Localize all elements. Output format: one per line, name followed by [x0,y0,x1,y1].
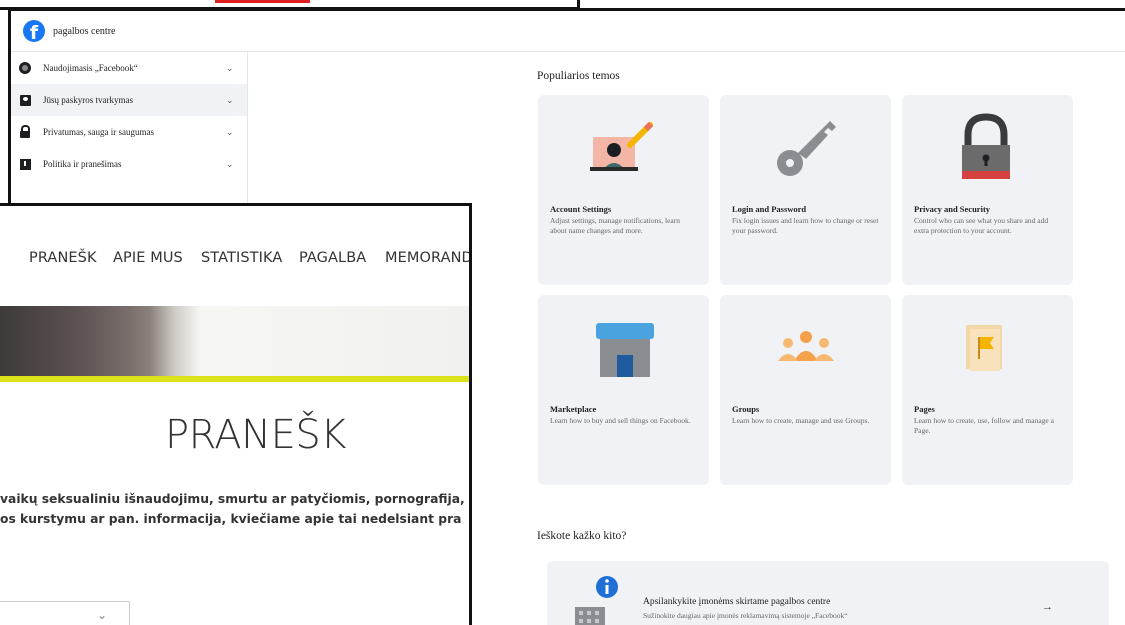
chevron-down-icon: ⌄ [226,126,234,137]
flag-page-icon [966,325,1002,371]
card-title: Privacy and Security [914,204,991,214]
help-main: Populiarios temos Account Settings Adjus… [537,52,1125,625]
arrow-right-icon: → [1042,601,1053,613]
card-marketplace[interactable]: Marketplace Learn how to buy and sell th… [538,295,709,485]
card-title: Groups [732,404,760,414]
chevron-down-icon: ⌄ [226,62,234,73]
help-centre-brand[interactable]: pagalbos centre [53,26,115,37]
sidebar-item-privacy[interactable]: Privatumas, sauga ir saugumas ⌄ [11,116,247,148]
lock-icon [19,125,31,138]
red-accent-bar [215,0,310,3]
sidebar-item-label: Jūsų paskyros tvarkymas [43,95,133,105]
chevron-down-icon: ⌄ [226,94,234,105]
card-description: Fix login issues and learn how to change… [732,216,879,235]
key-icon [777,121,836,176]
sidebar-item-policies[interactable]: Politika ir pranešimas ⌄ [11,148,247,180]
card-title: Login and Password [732,204,807,214]
help-topbar: f pagalbos centre [11,11,1125,52]
account-settings-icon [590,121,654,171]
card-description: Control who can see what you share and a… [914,216,1049,235]
sidebar-item-label: Privatumas, sauga ir saugumas [43,127,154,137]
padlock-icon [962,113,1010,179]
intro-line-1: vaikų seksualiniu išnaudojimu, smurtu ar… [0,492,465,506]
sidebar-item-label: Politika ir pranešimas [43,159,122,169]
accent-line [0,376,469,382]
sidebar-item-using-facebook[interactable]: Naudojimasis „Facebook“ ⌄ [11,52,247,84]
card-account-settings[interactable]: Account Settings Adjust settings, manage… [538,95,709,285]
sidebar-item-account-management[interactable]: Jūsų paskyros tvarkymas ⌄ [11,84,247,116]
card-description: Adjust settings, manage notifications, l… [550,216,680,235]
report-type-select[interactable]: ⌄ [0,601,130,625]
intro-text: vaikų seksualiniu išnaudojimu, smurtu ar… [0,489,469,529]
card-title: Pages [914,404,935,414]
hero-banner [0,306,469,376]
nav-item-apie-mus[interactable]: APIE MUS [113,250,183,266]
chevron-down-icon: ⌄ [97,608,108,622]
chevron-down-icon: ⌄ [226,158,234,169]
nav-item-statistika[interactable]: STATISTIKA [201,250,282,266]
intro-line-2: os kurstymu ar pan. informacija, kviečia… [0,512,462,526]
report-website-window: PRANEŠK APIE MUS STATISTIKA PAGALBA MEMO… [0,203,472,625]
circle-icon [19,62,31,74]
card-description: Learn how to create, manage and use Grou… [732,416,870,425]
page-title: PRANEŠK [165,412,346,458]
flag-icon [19,158,31,170]
card-description: Learn how to buy and sell things on Face… [550,416,691,425]
facebook-logo-icon[interactable]: f [23,20,45,42]
nav-item-pranesk[interactable]: PRANEŠK [29,250,97,266]
card-privacy-security[interactable]: Privacy and Security Control who can see… [902,95,1073,285]
card-title: Account Settings [550,204,612,214]
people-icon [778,331,834,361]
site-nav: PRANEŠK APIE MUS STATISTIKA PAGALBA MEMO… [0,206,469,306]
card-login-password[interactable]: Login and Password Fix login issues and … [720,95,891,285]
popular-topics-title: Populiarios temos [537,70,620,82]
looking-for-else-title: Ieškote kažko kito? [537,530,627,542]
business-building-icon [575,576,618,625]
business-help-title: Apsilankykite įmonėms skirtame pagalbos … [643,597,831,607]
account-icon [19,94,31,106]
card-title: Marketplace [550,404,597,414]
sidebar-item-label: Naudojimasis „Facebook“ [43,63,138,73]
store-icon [596,323,654,377]
business-help-link[interactable]: Apsilankykite įmonėms skirtame pagalbos … [547,561,1109,625]
business-help-description: Sužinokite daugiau apie įmonės reklamavi… [643,611,848,620]
card-pages[interactable]: Pages Learn how to create, use, follow a… [902,295,1073,485]
card-description: Learn how to create, use, follow and man… [914,416,1054,435]
nav-item-memorandumas[interactable]: MEMORANDUMAS [385,250,469,266]
card-groups[interactable]: Groups Learn how to create, manage and u… [720,295,891,485]
nav-item-pagalba[interactable]: PAGALBA [299,250,366,266]
